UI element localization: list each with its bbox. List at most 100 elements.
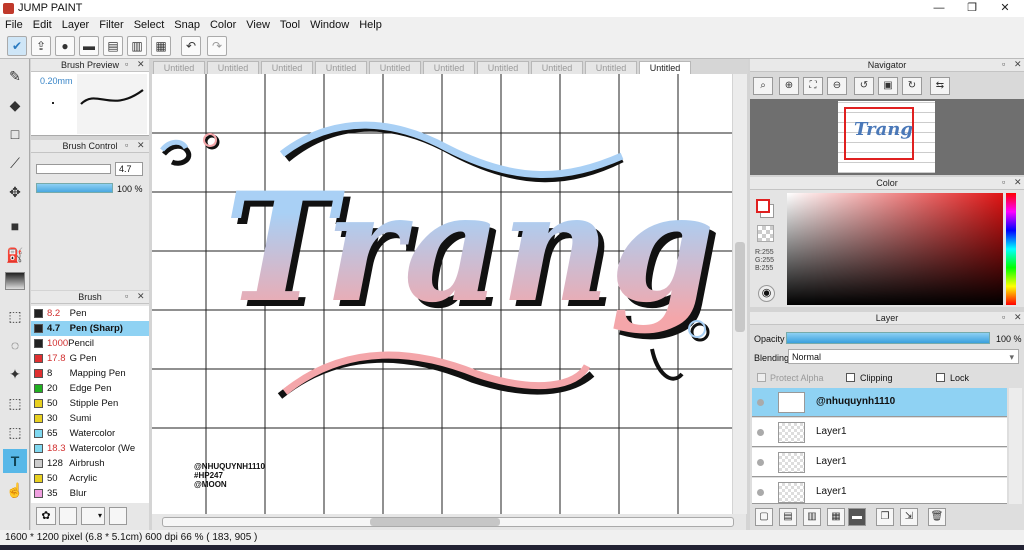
tab-untitled[interactable]: Untitled [423, 61, 475, 74]
rotate-left-icon[interactable]: ↺ [854, 77, 874, 95]
brush-item[interactable]: 30 Sumi [31, 411, 149, 426]
menu-snap[interactable]: Snap [169, 17, 205, 31]
grid-settings-icon[interactable]: ▦ [151, 36, 171, 56]
layer-row[interactable]: Layer1 [752, 418, 1007, 447]
tab-untitled[interactable]: Untitled [369, 61, 421, 74]
tab-untitled-active[interactable]: Untitled [639, 61, 691, 75]
new-layer-8bit-icon[interactable]: ▤ [779, 508, 797, 526]
page-icon[interactable]: ▥ [127, 36, 147, 56]
visibility-icon[interactable] [757, 459, 764, 466]
folder-icon[interactable]: ▬ [848, 508, 866, 526]
new-halftone-layer-icon[interactable]: ▦ [827, 508, 845, 526]
delete-layer-icon[interactable]: 🗑 [928, 508, 946, 526]
brush-tool-icon[interactable]: ✎ [3, 64, 27, 88]
float-icon[interactable]: ▫ [125, 140, 128, 150]
zoom-in-icon[interactable]: ⊕ [779, 77, 799, 95]
fill-rect-tool-icon[interactable]: ■ [3, 214, 27, 238]
zoom-fit-icon[interactable]: ⌕ [753, 77, 773, 95]
layer-opacity-slider[interactable] [786, 332, 990, 344]
menu-file[interactable]: File [0, 17, 28, 31]
visibility-icon[interactable] [757, 489, 764, 496]
vertical-scroll-thumb[interactable] [735, 242, 745, 332]
brush-item[interactable]: 1000Pencil [31, 336, 149, 351]
tab-untitled[interactable]: Untitled [477, 61, 529, 74]
menu-edit[interactable]: Edit [28, 17, 57, 31]
palette-icon[interactable]: ◉ [758, 285, 775, 302]
float-icon[interactable]: ▫ [1002, 177, 1005, 187]
float-icon[interactable]: ▫ [125, 291, 128, 301]
brush-item[interactable]: 20 Edge Pen [31, 381, 149, 396]
menu-filter[interactable]: Filter [94, 17, 128, 31]
saturation-value-picker[interactable] [787, 193, 1003, 305]
tab-untitled[interactable]: Untitled [261, 61, 313, 74]
select-pen-tool-icon[interactable]: ⬚ [3, 391, 27, 415]
brush-item[interactable]: 18.3 Watercolor (We [31, 441, 149, 456]
panel-close-icon[interactable]: ✕ [1014, 59, 1022, 70]
fit-window-icon[interactable]: ▣ [878, 77, 898, 95]
navigator-view[interactable]: Trang [750, 99, 1024, 175]
brush-item[interactable]: 8.2 Pen [31, 306, 149, 321]
new-brush-icon[interactable] [59, 507, 77, 525]
panel-close-icon[interactable]: ✕ [137, 59, 145, 70]
menu-help[interactable]: Help [354, 17, 387, 31]
visibility-icon[interactable] [757, 399, 764, 406]
menu-select[interactable]: Select [129, 17, 170, 31]
float-icon[interactable]: ▫ [1002, 312, 1005, 322]
comment-icon[interactable]: ● [55, 36, 75, 56]
clipping-checkbox[interactable] [846, 373, 855, 382]
duplicate-layer-icon[interactable]: ❐ [876, 508, 894, 526]
rotate-right-icon[interactable]: ↻ [902, 77, 922, 95]
select-eraser-tool-icon[interactable]: ⬚ [3, 420, 27, 444]
tab-untitled[interactable]: Untitled [585, 61, 637, 74]
visibility-icon[interactable] [757, 429, 764, 436]
magic-wand-tool-icon[interactable]: ✦ [3, 362, 27, 386]
brush-item[interactable]: 65 Watercolor [31, 426, 149, 441]
move-tool-icon[interactable]: ✥ [3, 180, 27, 204]
new-layer-icon[interactable]: ▢ [755, 508, 773, 526]
redo-icon[interactable]: ↷ [207, 36, 227, 56]
brush-item[interactable]: 50 Stipple Pen [31, 396, 149, 411]
text-tool-icon[interactable]: T [3, 449, 27, 473]
canvas-vertical-scrollbar[interactable] [733, 74, 747, 514]
lasso-tool-icon[interactable]: ◌ [3, 333, 27, 357]
select-box-tool-icon[interactable]: ⬚ [3, 304, 27, 328]
check-icon[interactable]: ✔ [7, 36, 27, 56]
menu-layer[interactable]: Layer [57, 17, 95, 31]
blending-select[interactable]: Normal ▾ [788, 349, 1019, 364]
zoom-actual-icon[interactable]: ⛶ [803, 77, 823, 95]
line-tool-icon[interactable]: ⟋ [3, 151, 27, 175]
minimize-button[interactable]: — [922, 0, 956, 17]
maximize-button[interactable]: ❐ [955, 0, 989, 17]
brush-item[interactable]: 35 Blur [31, 486, 149, 501]
document-icon[interactable]: ▤ [103, 36, 123, 56]
drawing-canvas[interactable]: Trang Trang @NHUQUYNH1110 #HP247 @MOON [152, 74, 732, 514]
menu-tool[interactable]: Tool [275, 17, 305, 31]
lock-checkbox[interactable] [936, 373, 945, 382]
size-input[interactable]: 4.7 [115, 162, 143, 176]
layer-row[interactable]: Layer1 [752, 448, 1007, 477]
panel-close-icon[interactable]: ✕ [137, 291, 145, 302]
menu-window[interactable]: Window [305, 17, 354, 31]
brush-settings-icon[interactable]: ✿ [36, 507, 56, 525]
close-button[interactable]: ✕ [988, 0, 1022, 17]
transparent-color-icon[interactable] [757, 225, 774, 242]
brush-item[interactable]: 8 Mapping Pen [31, 366, 149, 381]
tab-untitled[interactable]: Untitled [315, 61, 367, 74]
gradient-tool-icon[interactable] [5, 272, 25, 290]
flip-icon[interactable]: ⇆ [930, 77, 950, 95]
hand-tool-icon[interactable]: ☝ [3, 478, 27, 502]
tab-untitled[interactable]: Untitled [207, 61, 259, 74]
message-icon[interactable]: ▬ [79, 36, 99, 56]
new-layer-1bit-icon[interactable]: ▥ [803, 508, 821, 526]
tab-untitled[interactable]: Untitled [531, 61, 583, 74]
brush-item[interactable]: 128 Airbrush [31, 456, 149, 471]
brush-edit-icon[interactable] [109, 507, 127, 525]
float-icon[interactable]: ▫ [125, 59, 128, 69]
horizontal-scroll-thumb[interactable] [370, 518, 500, 526]
select-rect-tool-icon[interactable]: □ [3, 122, 27, 146]
brush-item[interactable]: 50 Acrylic [31, 471, 149, 486]
brush-menu-icon[interactable]: ▾ [81, 507, 105, 525]
panel-close-icon[interactable]: ✕ [1014, 177, 1022, 188]
float-icon[interactable]: ▫ [1002, 59, 1005, 69]
merge-layer-icon[interactable]: ⇲ [900, 508, 918, 526]
